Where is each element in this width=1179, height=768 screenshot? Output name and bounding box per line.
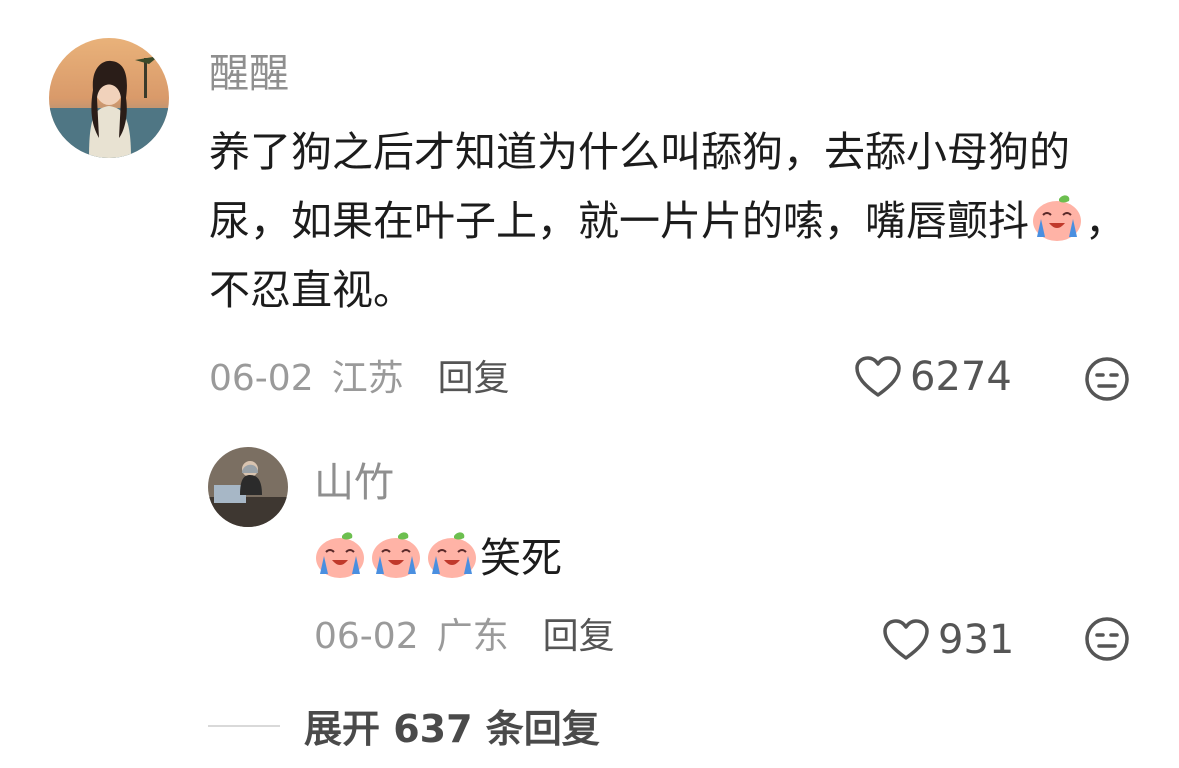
expand-replies-label: 展开 637 条回复 bbox=[304, 707, 600, 751]
crying-laughing-peach-icon bbox=[428, 532, 476, 578]
reply-dislike-button[interactable] bbox=[1083, 615, 1131, 667]
reply-like-button[interactable]: 931 bbox=[882, 617, 1014, 663]
reply-date: 06-02 bbox=[314, 616, 419, 657]
meh-face-icon bbox=[1085, 357, 1129, 401]
reply-meta: 06-02 广东 回复 bbox=[314, 615, 615, 659]
like-count: 6274 bbox=[910, 354, 1012, 400]
comment-text: 养了狗之后才知道为什么叫舔狗，去舔小母狗的尿，如果在叶子上，就一片片的嗦，嘴唇颤… bbox=[209, 118, 1129, 325]
divider bbox=[208, 724, 280, 727]
comment-meta: 06-02 江苏 回复 bbox=[209, 357, 510, 401]
heart-icon bbox=[883, 619, 929, 660]
avatar[interactable] bbox=[49, 38, 169, 158]
crying-laughing-peach-icon bbox=[1033, 195, 1081, 241]
reply-username[interactable]: 山竹 bbox=[314, 459, 394, 507]
reply-location: 广东 bbox=[436, 616, 509, 657]
reply-text: 笑死 bbox=[312, 524, 562, 593]
reply-button[interactable]: 回复 bbox=[438, 357, 510, 401]
comment-location: 江苏 bbox=[331, 358, 404, 399]
reply-text-body: 笑死 bbox=[480, 534, 562, 582]
reply-avatar[interactable] bbox=[208, 447, 288, 527]
reply-reply-button[interactable]: 回复 bbox=[543, 615, 615, 659]
crying-laughing-peach-icon bbox=[316, 532, 364, 578]
comment-text-body: 养了狗之后才知道为什么叫舔狗，去舔小母狗的尿，如果在叶子上，就一片片的嗦，嘴唇颤… bbox=[209, 128, 1070, 245]
reply-like-count: 931 bbox=[938, 617, 1015, 663]
heart-icon bbox=[855, 356, 901, 397]
dislike-button[interactable] bbox=[1083, 355, 1131, 407]
like-button[interactable]: 6274 bbox=[854, 354, 1012, 400]
comment-username[interactable]: 醒醒 bbox=[209, 50, 289, 98]
crying-laughing-peach-icon bbox=[372, 532, 420, 578]
meh-face-icon bbox=[1085, 617, 1129, 661]
expand-replies-button[interactable]: 展开 637 条回复 bbox=[208, 698, 600, 753]
comment-date: 06-02 bbox=[209, 358, 314, 399]
